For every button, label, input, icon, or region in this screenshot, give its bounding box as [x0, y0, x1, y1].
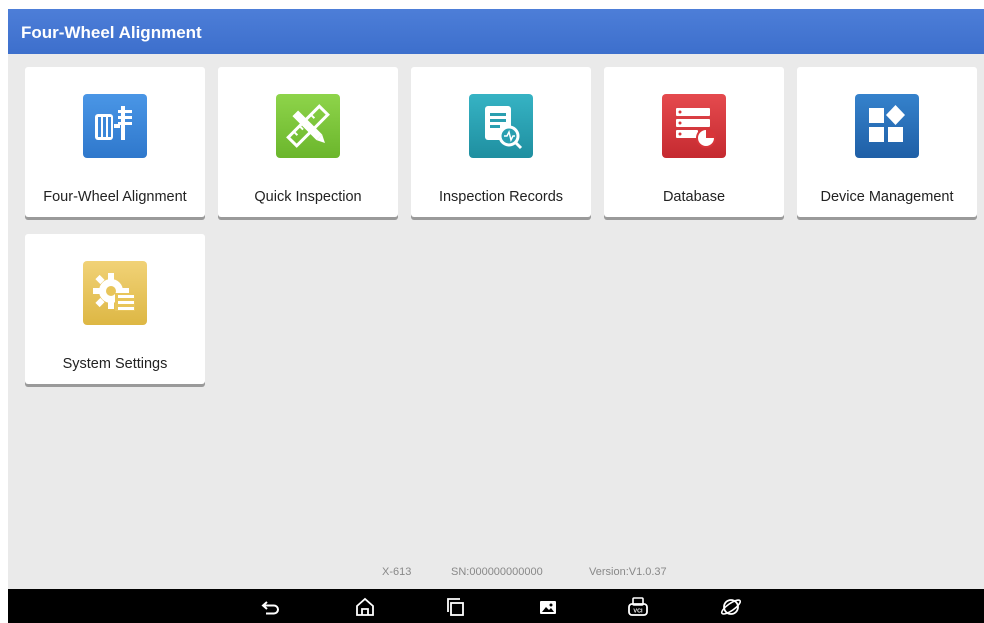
system-navbar: VCI	[8, 589, 984, 623]
home-icon[interactable]	[354, 596, 376, 618]
svg-text:VCI: VCI	[633, 609, 643, 615]
app-window: Four-Wheel Alignment Four-Wheel Alignmen…	[8, 9, 984, 623]
model-label: X-613	[382, 566, 412, 578]
tile-label: Device Management	[820, 189, 954, 205]
document-search-icon	[469, 94, 533, 158]
tile-label: Quick Inspection	[254, 189, 362, 205]
browser-icon[interactable]	[720, 596, 742, 618]
gear-list-icon	[83, 261, 147, 325]
wheel-alignment-icon	[83, 94, 147, 158]
version-label: Version:V1.0.37	[589, 566, 667, 578]
ruler-pencil-icon	[276, 94, 340, 158]
recent-apps-icon[interactable]	[445, 596, 467, 618]
serial-number: SN:000000000000	[451, 566, 543, 578]
tile-quick-inspection[interactable]: Quick Inspection	[218, 67, 398, 217]
page-title: Four-Wheel Alignment	[8, 9, 984, 54]
tile-system-settings[interactable]: System Settings	[25, 234, 205, 384]
tile-label: System Settings	[62, 356, 168, 372]
tile-label: Database	[662, 189, 726, 205]
tile-device-management[interactable]: Device Management	[797, 67, 977, 217]
tile-four-wheel-alignment[interactable]: Four-Wheel Alignment	[25, 67, 205, 217]
vci-icon[interactable]: VCI	[627, 596, 649, 618]
back-icon[interactable]	[260, 596, 282, 618]
tile-label: Four-Wheel Alignment	[43, 189, 187, 205]
database-chart-icon	[662, 94, 726, 158]
tile-inspection-records[interactable]: Inspection Records	[411, 67, 591, 217]
grid-diamond-icon	[855, 94, 919, 158]
screenshot-icon[interactable]	[537, 596, 559, 618]
tile-label: Inspection Records	[438, 189, 564, 205]
tile-database[interactable]: Database	[604, 67, 784, 217]
